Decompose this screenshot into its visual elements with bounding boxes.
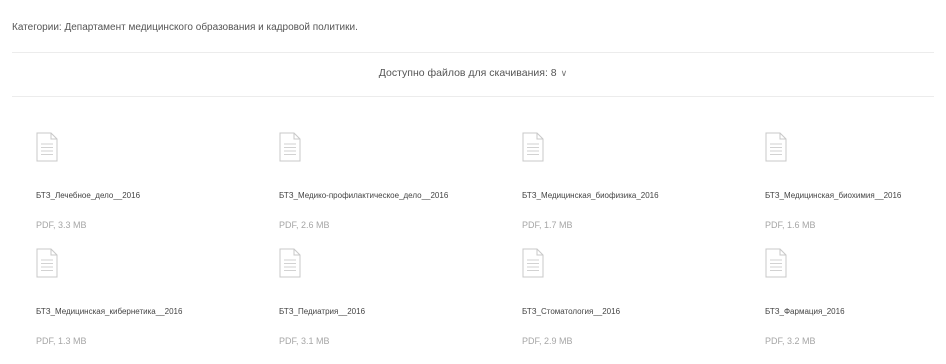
file-item-4[interactable]: БТЗ_Медицинская_биохимия__2016 PDF, 1.6 … [765, 132, 936, 248]
file-item-3[interactable]: БТЗ_Медицинская_биофизика_2016 PDF, 1.7 … [522, 132, 765, 248]
document-icon [36, 248, 58, 278]
file-name[interactable]: БТЗ_Медико-профилактическое_дело__2016 [279, 191, 448, 200]
file-meta: PDF, 3.2 MB [765, 336, 816, 346]
file-item-6[interactable]: БТЗ_Педиатрия__2016 PDF, 3.1 MB [279, 248, 522, 364]
document-icon [279, 248, 301, 278]
document-icon [36, 132, 58, 162]
file-item-8[interactable]: БТЗ_Фармация_2016 PDF, 3.2 MB [765, 248, 936, 364]
document-icon [522, 132, 544, 162]
file-item-7[interactable]: БТЗ_Стоматология__2016 PDF, 2.9 MB [522, 248, 765, 364]
bottom-divider [12, 96, 934, 97]
file-meta: PDF, 2.9 MB [522, 336, 573, 346]
category-label: Категории: Департамент медицинского обра… [12, 22, 358, 33]
downloads-toggle[interactable]: Доступно файлов для скачивания: 8 ∨ [0, 67, 946, 79]
file-meta: PDF, 1.3 MB [36, 336, 87, 346]
file-meta: PDF, 1.6 MB [765, 220, 816, 230]
document-icon [765, 132, 787, 162]
file-grid: БТЗ_Лечебное_дело__2016 PDF, 3.3 MB БТЗ_… [36, 132, 936, 364]
downloads-count-label: Доступно файлов для скачивания: 8 [378, 67, 557, 79]
file-item-2[interactable]: БТЗ_Медико-профилактическое_дело__2016 P… [279, 132, 522, 248]
chevron-down-icon: ∨ [560, 68, 568, 78]
file-name[interactable]: БТЗ_Фармация_2016 [765, 307, 845, 316]
document-icon [765, 248, 787, 278]
file-name[interactable]: БТЗ_Медицинская_биохимия__2016 [765, 191, 901, 200]
file-name[interactable]: БТЗ_Стоматология__2016 [522, 307, 620, 316]
document-icon [522, 248, 544, 278]
file-name[interactable]: БТЗ_Медицинская_кибернетика__2016 [36, 307, 182, 316]
top-divider [12, 52, 934, 53]
file-meta: PDF, 1.7 MB [522, 220, 573, 230]
file-name[interactable]: БТЗ_Педиатрия__2016 [279, 307, 365, 316]
file-meta: PDF, 3.3 MB [36, 220, 87, 230]
file-item-1[interactable]: БТЗ_Лечебное_дело__2016 PDF, 3.3 MB [36, 132, 279, 248]
file-name[interactable]: БТЗ_Медицинская_биофизика_2016 [522, 191, 659, 200]
file-name[interactable]: БТЗ_Лечебное_дело__2016 [36, 191, 140, 200]
file-item-5[interactable]: БТЗ_Медицинская_кибернетика__2016 PDF, 1… [36, 248, 279, 364]
document-icon [279, 132, 301, 162]
file-meta: PDF, 2.6 MB [279, 220, 330, 230]
file-meta: PDF, 3.1 MB [279, 336, 330, 346]
